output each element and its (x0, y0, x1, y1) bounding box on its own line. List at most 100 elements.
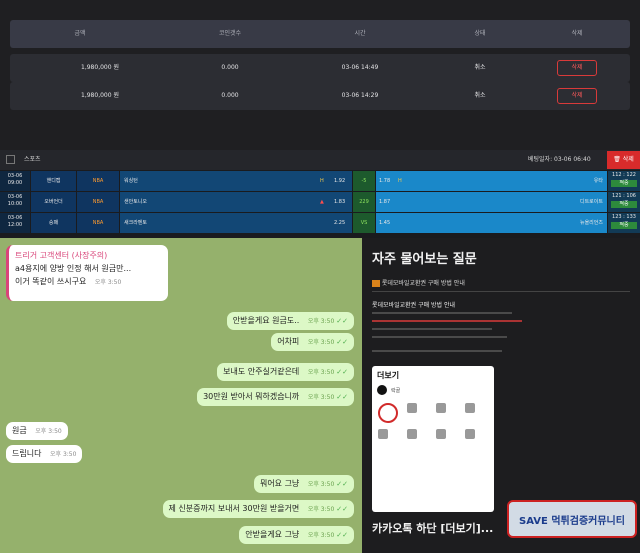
coins-cell: 0.000 (221, 92, 239, 99)
home-odds: 2.25 (334, 220, 346, 226)
menu-grid (372, 395, 494, 447)
message-time: 오후 3:50 (307, 506, 335, 513)
menu-icon[interactable] (407, 403, 417, 413)
history-table-header: 금액 코인갯수 시간 상태 삭제 (10, 20, 630, 48)
league: NBA (77, 171, 119, 191)
line-value: -5 (353, 171, 375, 191)
message-time: 오후 3:50 (307, 394, 335, 401)
away-pick[interactable]: 1.45 뉴올리언즈 (376, 213, 607, 233)
read-check-icon: ✓✓ (336, 338, 348, 346)
message-text: 이거 똑같이 쓰시구요 오후 3:50 (15, 277, 122, 286)
phone-header: 더보기 (377, 371, 400, 380)
chat-message: 원금 오후 3:50 (6, 422, 68, 440)
menu-icon[interactable] (378, 429, 388, 439)
result-badge: 적중 (611, 201, 637, 208)
bet-date: 베팅일자: 03-06 06:40 (528, 156, 591, 163)
status-cell: 취소 (474, 64, 486, 71)
bet-row: 03-06 09:00 핸디캡 NBA 워싱턴 H 1.92 -5 1.78 H… (0, 171, 640, 191)
match-time: 03-06 09:00 (0, 171, 30, 191)
chat-screenshot: 트리거 고객센터 (사장주의) a4용지에 양방 인정 해서 원금만... 이거… (0, 238, 362, 553)
message-text: 안받을게요 원금도.. (232, 316, 300, 325)
match-time: 03-06 12:00 (0, 213, 30, 233)
handicap-mark: H (320, 178, 324, 184)
bet-row: 03-06 10:00 오버언더 NBA 샌안토니오 ▲ 1.83 229 1.… (0, 192, 640, 212)
menu-icon[interactable] (436, 429, 446, 439)
menu-icon[interactable] (436, 403, 446, 413)
read-check-icon: ✓✓ (336, 531, 348, 539)
sport-label: 스포츠 (24, 156, 41, 163)
message-time: 오후 3:50 (94, 279, 122, 286)
faq-title: 자주 물어보는 질문 (372, 252, 477, 267)
bet-type: 오버언더 (31, 192, 76, 212)
delete-button[interactable]: 삭제 (557, 60, 597, 76)
chat-message: 30만원 받아서 뭐하겠습니까 오후 3:50 ✓✓ (197, 388, 354, 406)
home-team: 샌안토니오 (124, 199, 148, 205)
faq-caption: 카카오톡 하단 [더보기]... (372, 522, 494, 535)
read-check-icon: ✓✓ (336, 480, 348, 488)
table-row: 1,980,000 원 0.000 03-06 14:29 취소 삭제 (10, 82, 630, 110)
away-team: 유타 (593, 178, 603, 184)
away-pick[interactable]: 1.87 디트로이트 (376, 192, 607, 212)
amount-cell: 1,980,000 원 (81, 64, 119, 71)
message-time: 오후 3:50 (50, 451, 77, 458)
home-pick[interactable]: 새크라멘토 2.25 (120, 213, 352, 233)
first-message-bubble: 트리거 고객센터 (사장주의) a4용지에 양방 인정 해서 원금만... 이거… (6, 245, 168, 301)
time-cell: 03-06 14:49 (341, 64, 379, 71)
quoted-message: a4용지에 양방 인정 해서 원금만... (15, 264, 132, 273)
phone-sub: 락골 (391, 387, 401, 394)
message-text: 드립니다 (12, 449, 42, 458)
message-text: 어차피 (277, 337, 300, 346)
trash-icon: 🗑 (613, 156, 621, 163)
faq-panel: 자주 물어보는 질문 롯데모바일교환권 구매 방법 안내 롯데모바일교환권 구매… (362, 238, 640, 553)
chat-message: 어차피 오후 3:50 ✓✓ (271, 333, 354, 351)
faq-item-label: 롯데모바일교환권 구매 방법 안내 (381, 280, 465, 287)
message-time: 오후 3:50 (307, 369, 335, 376)
match-hour: 10:00 (7, 201, 23, 207)
league: NBA (77, 213, 119, 233)
chat-message: 안받을게요 그냥 오후 3:50 ✓✓ (239, 526, 354, 544)
home-pick[interactable]: 워싱턴 H 1.92 (120, 171, 352, 191)
select-checkbox[interactable] (6, 155, 15, 164)
read-check-icon: ✓✓ (336, 393, 348, 401)
bet-type: 핸디캡 (31, 171, 76, 191)
home-odds: 1.92 (334, 178, 346, 184)
message-text: 보내도 안주실거같은데 (223, 367, 300, 376)
slip-delete-button[interactable]: 🗑 삭제 (607, 151, 640, 169)
away-team: 뉴올리언즈 (579, 220, 603, 226)
score-cell: 121 : 106 적중 (608, 192, 640, 212)
quoted-header: 트리거 고객센터 (사장주의) (15, 251, 108, 260)
menu-icon[interactable] (465, 429, 475, 439)
away-odds: 1.87 (379, 199, 391, 205)
message-time: 오후 3:50 (307, 532, 335, 539)
match-hour: 12:00 (7, 222, 23, 228)
menu-icon[interactable] (465, 403, 475, 413)
home-pick[interactable]: 샌안토니오 ▲ 1.83 (120, 192, 352, 212)
message-time: 오후 3:50 (35, 428, 62, 435)
delete-button[interactable]: 삭제 (557, 88, 597, 104)
bet-row: 03-06 12:00 승패 NBA 새크라멘토 2.25 VS 1.45 뉴올… (0, 213, 640, 233)
match-date: 03-06 (7, 173, 23, 179)
table-row: 1,980,000 원 0.000 03-06 14:49 취소 삭제 (10, 54, 630, 82)
watermark-text: SAVE 먹튀검증커뮤니티 (519, 515, 625, 527)
home-odds: 1.83 (334, 199, 346, 205)
header-status: 상태 (474, 30, 486, 37)
bet-type: 승패 (31, 213, 76, 233)
message-time: 오후 3:50 (307, 318, 335, 325)
faq-item[interactable]: 롯데모바일교환권 구매 방법 안내 (372, 278, 630, 292)
away-pick[interactable]: 1.78 H 유타 (376, 171, 607, 191)
menu-icon[interactable] (407, 429, 417, 439)
chat-message: 보내도 안주실거같은데 오후 3:50 ✓✓ (217, 363, 354, 381)
chat-message: 제 신분증까지 보내서 30만원 받을거면 오후 3:50 ✓✓ (162, 500, 354, 518)
avatar (377, 385, 387, 395)
faq-badge-icon (372, 280, 380, 287)
gift-icon[interactable] (378, 403, 398, 423)
header-coins: 코인갯수 (218, 30, 242, 37)
chat-message: 드립니다 오후 3:50 (6, 445, 83, 463)
header-delete: 삭제 (571, 30, 583, 37)
text-line-placeholder (372, 328, 492, 330)
read-check-icon: ✓✓ (336, 317, 348, 325)
slip-title-bar: 스포츠 베팅일자: 03-06 06:40 🗑 삭제 (0, 150, 640, 170)
score-cell: 112 : 122 적중 (608, 171, 640, 191)
line-value: VS (353, 213, 375, 233)
final-score: 123 : 133 (612, 214, 636, 220)
